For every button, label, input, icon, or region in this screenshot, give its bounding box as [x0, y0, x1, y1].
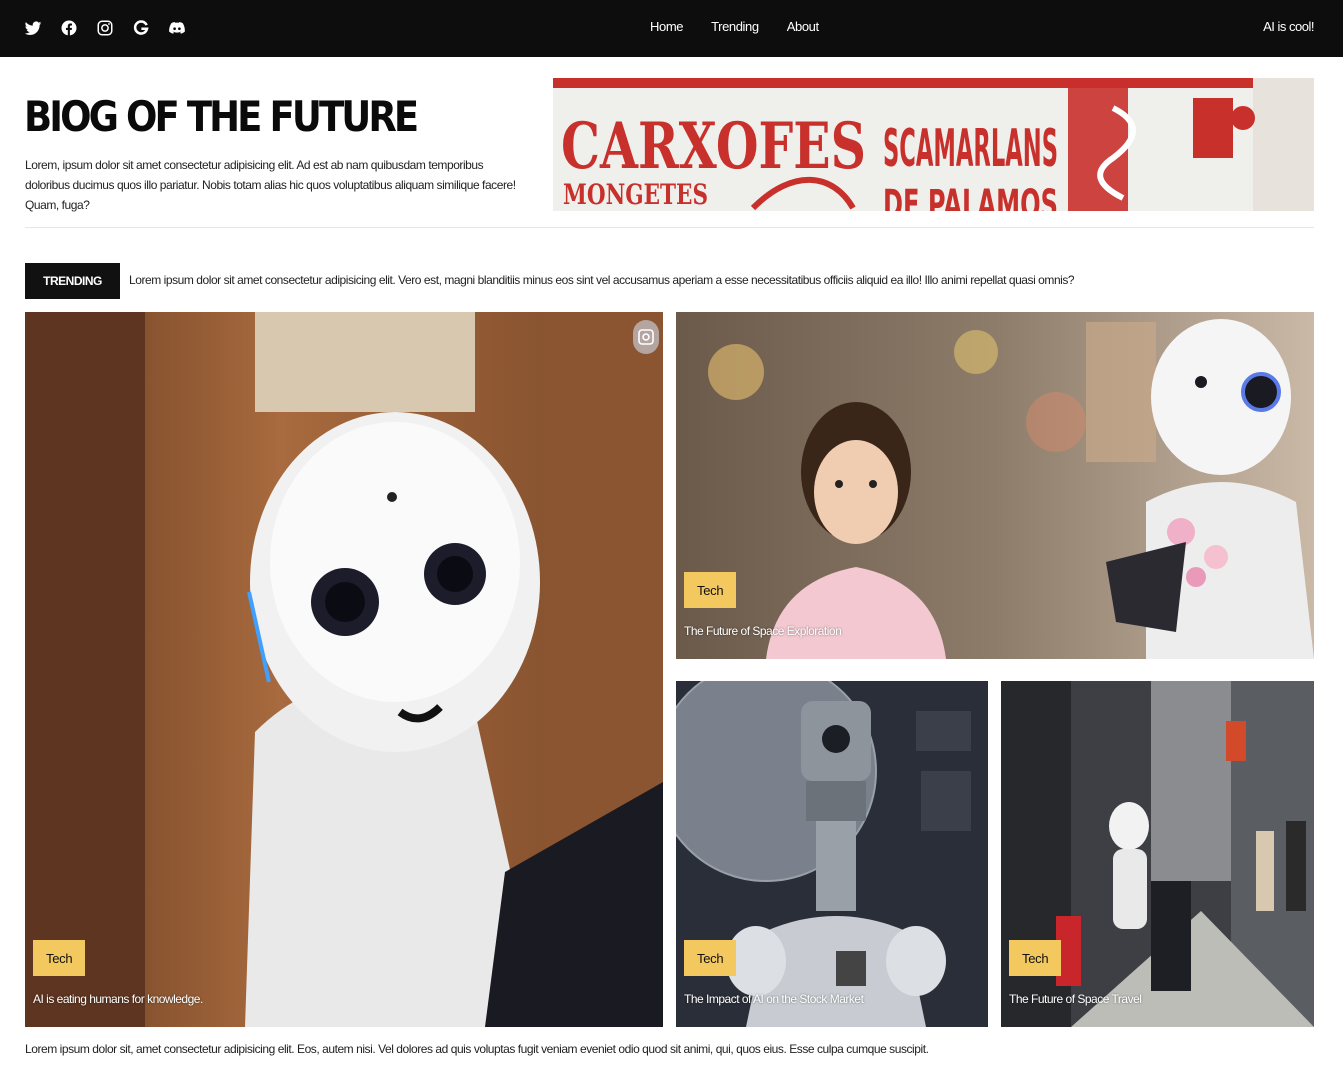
footer-text: Lorem ipsum dolor sit, amet consectetur …	[25, 1042, 929, 1056]
nav-trending-link[interactable]: Trending	[711, 19, 759, 34]
site-tagline: AI is cool!	[1263, 19, 1314, 34]
banner-graphic: CARXOFES SCAMARLANS MONGETES DE PALAMOS	[553, 78, 1314, 211]
category-badge[interactable]: Tech	[684, 572, 737, 608]
nav-about-link[interactable]: About	[787, 19, 819, 34]
girl-robot-photo	[676, 312, 1314, 659]
main-nav: Home Trending About	[650, 19, 819, 34]
banner-word-2: SCAMARLANS	[883, 119, 1058, 179]
post-title[interactable]: AI is eating humans for knowledge.	[33, 992, 203, 1006]
visual-search-button[interactable]	[633, 320, 659, 354]
social-links	[24, 17, 186, 39]
post-card[interactable]: Tech The Future of Space Travel	[1001, 681, 1314, 1027]
google-icon[interactable]	[132, 17, 150, 39]
lens-icon	[638, 329, 654, 345]
featured-post-card[interactable]: Tech AI is eating humans for knowledge.	[25, 312, 663, 1027]
page-title: BIOG OF THE FUTURE	[24, 92, 419, 141]
twitter-icon[interactable]	[24, 17, 42, 39]
hero-description: Lorem, ipsum dolor sit amet consectetur …	[25, 158, 516, 212]
discord-icon[interactable]	[168, 17, 186, 39]
section-divider	[25, 227, 1314, 228]
hero-banner-image: CARXOFES SCAMARLANS MONGETES DE PALAMOS	[553, 78, 1314, 211]
banner-word-1: CARXOFES	[561, 109, 866, 184]
trending-text: Lorem ipsum dolor sit amet consectetur a…	[129, 273, 1075, 287]
post-card[interactable]: Tech The Future of Space Exploration	[676, 312, 1314, 659]
instagram-icon[interactable]	[96, 17, 114, 39]
post-title[interactable]: The Impact of AI on the Stock Market	[684, 992, 864, 1006]
category-badge[interactable]: Tech	[684, 940, 737, 976]
post-title[interactable]: The Future of Space Travel	[1009, 992, 1142, 1006]
robot-photo	[25, 312, 663, 1027]
nav-home-link[interactable]: Home	[650, 19, 683, 34]
banner-word-4: DE PALAMOS	[883, 182, 1058, 211]
facebook-icon[interactable]	[60, 17, 78, 39]
trending-badge: TRENDING	[25, 263, 120, 299]
category-badge[interactable]: Tech	[1009, 940, 1062, 976]
banner-word-3: MONGETES	[563, 178, 708, 211]
top-navbar: Home Trending About AI is cool!	[0, 0, 1343, 57]
post-title[interactable]: The Future of Space Exploration	[684, 624, 842, 638]
post-card[interactable]: Tech The Impact of AI on the Stock Marke…	[676, 681, 988, 1027]
category-badge[interactable]: Tech	[33, 940, 86, 976]
